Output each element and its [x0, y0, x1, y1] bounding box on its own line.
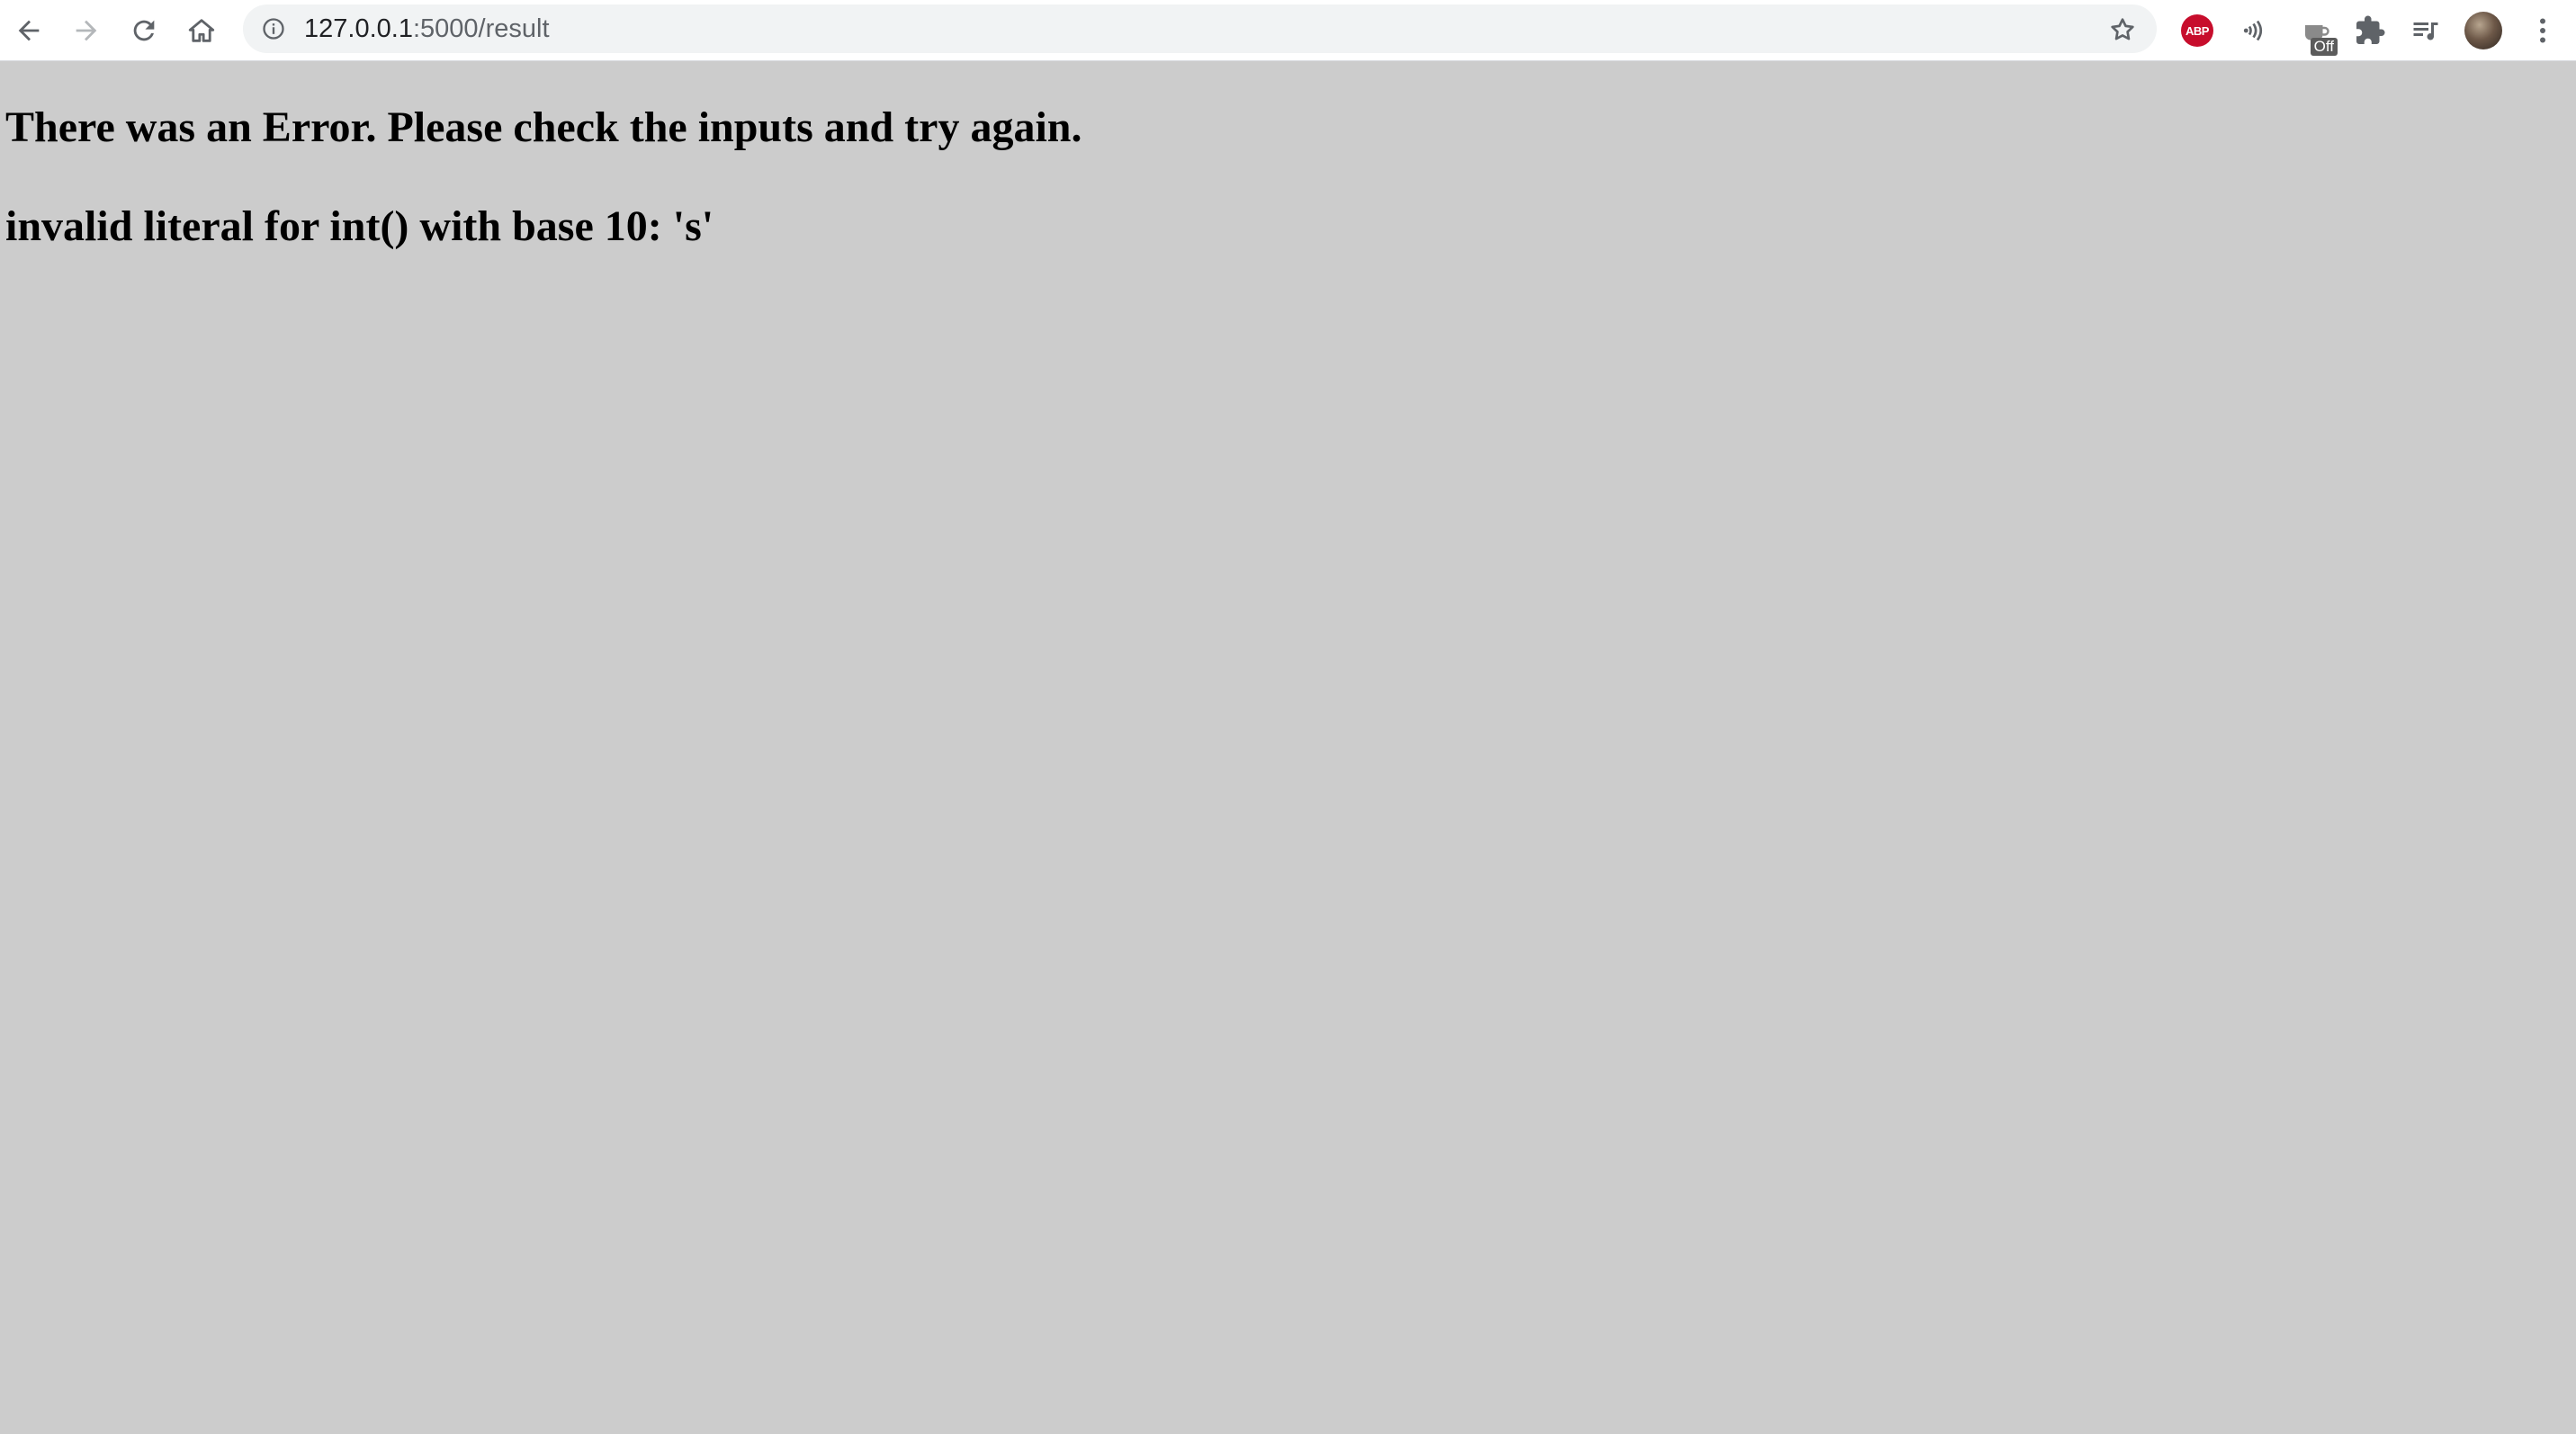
read-aloud-icon	[2243, 20, 2263, 41]
error-heading: There was an Error. Please check the inp…	[5, 103, 1082, 151]
adblock-extension-button[interactable]: ABP	[2177, 11, 2217, 50]
extensions-button[interactable]	[2350, 11, 2390, 50]
media-control-button[interactable]	[2406, 11, 2446, 50]
url-path: :5000/result	[412, 14, 550, 43]
abp-icon: ABP	[2181, 14, 2213, 47]
reload-icon	[133, 20, 155, 41]
bookmark-star-icon[interactable]	[2108, 15, 2137, 44]
playlist-music-icon	[2413, 22, 2438, 40]
address-bar[interactable]: 127.0.0.1:5000/result	[243, 4, 2157, 53]
url-text[interactable]: 127.0.0.1:5000/result	[304, 4, 550, 53]
avatar	[2464, 12, 2502, 49]
error-detail: invalid literal for int() with base 10: …	[5, 202, 714, 250]
home-button[interactable]	[180, 9, 223, 52]
browser-toolbar: 127.0.0.1:5000/result ABP Off	[0, 0, 2576, 61]
coffee-extension-button[interactable]: Off	[2296, 11, 2338, 56]
more-vertical-icon	[2540, 18, 2545, 43]
chrome-menu-button[interactable]	[2523, 11, 2563, 50]
back-button[interactable]	[7, 9, 50, 52]
info-icon[interactable]	[261, 16, 286, 41]
profile-button[interactable]	[2464, 11, 2503, 50]
arrow-right-icon	[76, 20, 97, 41]
read-aloud-extension-button[interactable]	[2235, 11, 2275, 50]
url-host: 127.0.0.1	[304, 14, 413, 43]
arrow-left-icon	[18, 20, 40, 41]
puzzle-piece-icon	[2356, 15, 2385, 44]
reload-button[interactable]	[122, 9, 166, 52]
extension-off-badge: Off	[2310, 38, 2338, 56]
home-icon	[188, 19, 215, 42]
forward-button[interactable]	[65, 9, 108, 52]
